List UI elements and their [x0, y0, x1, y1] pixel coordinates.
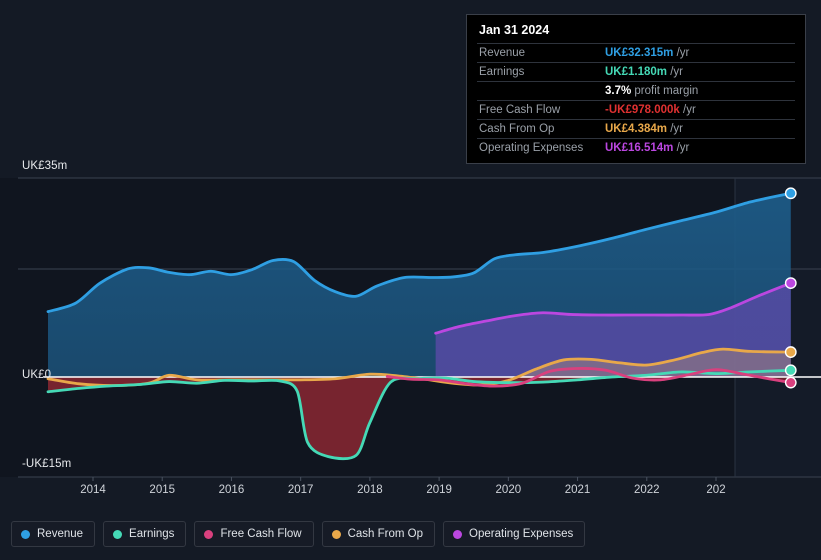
- legend-item-earnings[interactable]: Earnings: [103, 521, 187, 547]
- tooltip-row: Free Cash Flow -UK£978.000k /yr: [477, 100, 795, 120]
- x-axis-tick-label: 2022: [633, 484, 660, 496]
- earnings-endpoint-marker[interactable]: [784, 364, 797, 377]
- tooltip-row: Cash From Op UK£4.384m /yr: [477, 119, 795, 139]
- legend-item-label: Earnings: [129, 528, 175, 540]
- tooltip-row-label: [477, 81, 603, 101]
- legend-item-label: Revenue: [37, 528, 84, 540]
- tooltip-row-value: 3.7% profit margin: [603, 81, 795, 101]
- x-axis-tick-label: 2018: [357, 484, 383, 496]
- x-axis-tick-label: 202: [706, 484, 726, 496]
- x-axis-tick-label: 2020: [495, 484, 522, 496]
- legend-item-label: Operating Expenses: [469, 528, 574, 540]
- free-cash-flow-endpoint-marker[interactable]: [784, 376, 797, 389]
- x-axis-tick-label: 2017: [287, 484, 314, 496]
- tooltip-row-value: UK£32.315m /yr: [603, 43, 795, 63]
- legend-color-dot-icon: [331, 529, 341, 539]
- y-axis-tick-label: UK£0: [22, 369, 52, 381]
- operating-expenses-endpoint-marker[interactable]: [784, 277, 797, 290]
- tooltip-date: Jan 31 2024: [479, 23, 550, 37]
- legend-color-dot-icon: [113, 529, 123, 539]
- legend-item-label: Free Cash Flow: [220, 528, 302, 540]
- tooltip-row-label: Earnings: [477, 62, 603, 82]
- tooltip-row-value: UK£16.514m /yr: [603, 138, 795, 157]
- tooltip-row: Operating Expenses UK£16.514m /yr: [477, 138, 795, 157]
- data-tooltip: Jan 31 2024 Revenue UK£32.315m /yr Earning…: [466, 14, 806, 164]
- cash-from-op-endpoint-marker[interactable]: [784, 346, 797, 358]
- tooltip-row-label: Cash From Op: [477, 119, 603, 139]
- tooltip-table: Revenue UK£32.315m /yr Earnings UK£1.180m /…: [477, 43, 795, 157]
- x-axis-tick-label: 2015: [149, 484, 176, 496]
- x-axis-tick-label: 2019: [426, 484, 452, 496]
- legend-item-cash-from-op[interactable]: Cash From Op: [321, 521, 436, 547]
- tooltip-row-label: Revenue: [477, 43, 603, 63]
- tooltip-row: 3.7% profit margin: [477, 81, 795, 101]
- revenue-endpoint-marker[interactable]: [784, 187, 797, 200]
- legend-color-dot-icon: [21, 529, 30, 539]
- legend-item-free-cash-flow[interactable]: Free Cash Flow: [194, 521, 314, 547]
- tooltip-row-label: Free Cash Flow: [477, 100, 603, 120]
- financial-chart-widget: UK£35m UK£0 -UK£15m 2014 2015 2016 2017 2018 20…: [0, 0, 821, 560]
- legend-item-operating-expenses[interactable]: Operating Expenses: [443, 521, 586, 547]
- legend-color-dot-icon: [204, 529, 214, 539]
- y-axis-tick-label: -UK£15m: [22, 458, 72, 470]
- tooltip-row-label: Operating Expenses: [477, 138, 603, 157]
- x-axis-tick-label: 2021: [564, 484, 591, 496]
- tooltip-row: Earnings UK£1.180m /yr: [477, 62, 795, 82]
- tooltip-row-value: UK£1.180m /yr: [603, 62, 795, 82]
- x-axis-tick-label: 2016: [218, 484, 245, 496]
- chart-legend: Revenue Earnings Free Cash Flow Cash From O…: [0, 508, 821, 560]
- legend-item-label: Cash From Op: [347, 528, 424, 540]
- tooltip-row: Revenue UK£32.315m /yr: [477, 43, 795, 63]
- tooltip-row-value: UK£4.384m /yr: [603, 119, 795, 139]
- legend-item-revenue[interactable]: Revenue: [11, 521, 96, 547]
- tooltip-row-value: -UK£978.000k /yr: [603, 100, 795, 120]
- y-axis-tick-label: UK£35m: [22, 160, 68, 172]
- legend-color-dot-icon: [453, 529, 463, 539]
- x-axis-tick-label: 2014: [80, 484, 106, 496]
